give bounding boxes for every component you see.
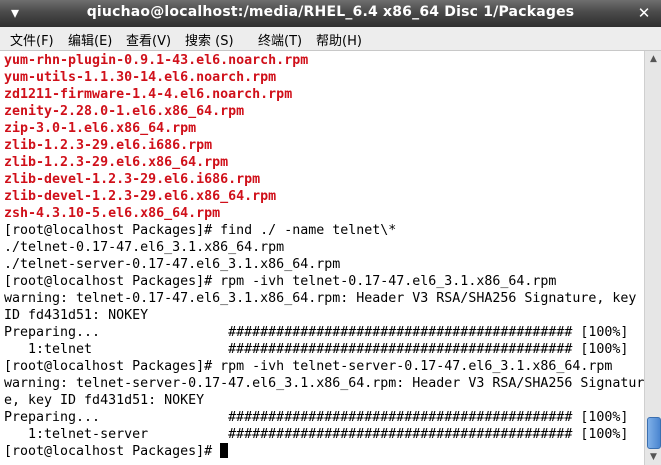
terminal-line: yum-utils-1.1.30-14.el6.noarch.rpm	[4, 70, 277, 85]
terminal-line: zenity-2.28.0-1.el6.x86_64.rpm	[4, 104, 245, 119]
terminal-line: warning: telnet-server-0.17-47.el6_3.1.x…	[4, 376, 644, 391]
terminal-line: [root@localhost Packages]# rpm -ivh teln…	[4, 359, 613, 374]
menu-file[interactable]: 文件(F)	[10, 30, 54, 49]
menu-edit[interactable]: 编辑(E)	[68, 30, 112, 49]
menu-help[interactable]: 帮助(H)	[316, 30, 362, 49]
terminal-line: zsh-4.3.10-5.el6.x86_64.rpm	[4, 206, 221, 221]
terminal-output[interactable]: yum-rhn-plugin-0.9.1-43.el6.noarch.rpm y…	[0, 51, 644, 465]
terminal-line: 1:telnet ###############################…	[4, 342, 629, 357]
terminal-line: Preparing... ###########################…	[4, 325, 629, 340]
terminal-line: zlib-devel-1.2.3-29.el6.x86_64.rpm	[4, 189, 277, 204]
terminal-line: zlib-1.2.3-29.el6.i686.rpm	[4, 138, 213, 153]
terminal-window: ▾ qiuchao@localhost:/media/RHEL_6.4 x86_…	[0, 0, 661, 465]
vertical-scrollbar[interactable]: ▲ ▼	[644, 51, 661, 465]
menu-view[interactable]: 查看(V)	[126, 30, 171, 49]
window-title: qiuchao@localhost:/media/RHEL_6.4 x86_64…	[86, 4, 575, 20]
title-bar[interactable]: ▾ qiuchao@localhost:/media/RHEL_6.4 x86_…	[0, 0, 661, 27]
close-icon[interactable]: ✕	[633, 2, 655, 24]
text-cursor	[220, 443, 229, 458]
terminal-line: zlib-devel-1.2.3-29.el6.i686.rpm	[4, 172, 261, 187]
terminal-line: e, key ID fd431d51: NOKEY	[4, 393, 205, 408]
terminal-line: ID fd431d51: NOKEY	[4, 308, 149, 323]
scroll-up-icon[interactable]: ▲	[645, 51, 661, 67]
menu-search[interactable]: 搜索 (S)	[185, 30, 234, 49]
terminal-line: 1:telnet-server ########################…	[4, 427, 629, 442]
scrollbar-thumb[interactable]	[647, 417, 661, 449]
terminal-line: zd1211-firmware-1.4-4.el6.noarch.rpm	[4, 87, 293, 102]
prompt-text: [root@localhost Packages]#	[4, 444, 221, 459]
menu-bar: 文件(F) 编辑(E) 查看(V) 搜索 (S) 终端(T) 帮助(H)	[0, 27, 661, 51]
terminal-line: ./telnet-0.17-47.el6_3.1.x86_64.rpm	[4, 240, 285, 255]
terminal-line: Preparing... ###########################…	[4, 410, 629, 425]
terminal-prompt-line[interactable]: [root@localhost Packages]#	[4, 443, 229, 460]
terminal-line: yum-rhn-plugin-0.9.1-43.el6.noarch.rpm	[4, 53, 309, 68]
terminal-line: ./telnet-server-0.17-47.el6_3.1.x86_64.r…	[4, 257, 341, 272]
terminal-line: [root@localhost Packages]# find ./ -name…	[4, 223, 397, 238]
terminal-line: warning: telnet-0.17-47.el6_3.1.x86_64.r…	[4, 291, 637, 306]
terminal-line: [root@localhost Packages]# rpm -ivh teln…	[4, 274, 557, 289]
menu-terminal[interactable]: 终端(T)	[258, 30, 302, 49]
terminal-line: zip-3.0-1.el6.x86_64.rpm	[4, 121, 197, 136]
scroll-down-icon[interactable]: ▼	[645, 449, 661, 465]
terminal-line: zlib-1.2.3-29.el6.x86_64.rpm	[4, 155, 229, 170]
